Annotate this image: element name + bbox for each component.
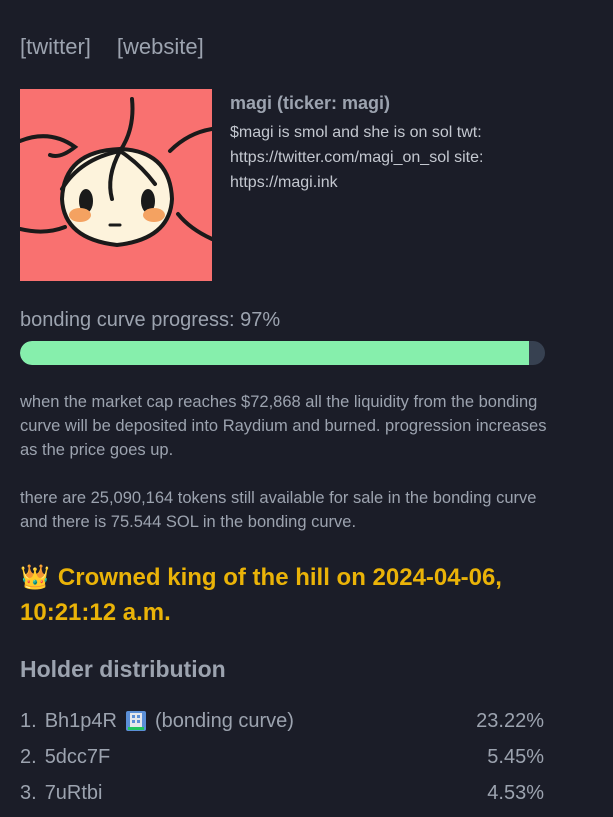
coin-image <box>20 89 212 281</box>
holder-distribution-title: Holder distribution <box>20 656 226 682</box>
holder-address-link[interactable]: 5dcc7F <box>45 746 111 769</box>
holder-address-link[interactable]: 7uRtbi <box>45 782 103 805</box>
holder-percent: 23.22% <box>476 709 544 732</box>
holder-row: 2. 5dcc7F 5.45% <box>20 739 544 775</box>
coin-description: $magi is smol and she is on sol twt: htt… <box>230 124 484 191</box>
holder-percent: 4.53% <box>487 781 544 804</box>
holder-left: 2. 5dcc7F <box>20 746 110 769</box>
holder-note: (bonding curve) <box>154 709 294 732</box>
holder-percent: 5.45% <box>487 745 544 768</box>
holder-rank: 2. <box>20 745 37 768</box>
progress-fill <box>20 341 530 365</box>
twitter-link[interactable]: [twitter] <box>20 34 91 60</box>
holder-left: 3. 7uRtbi <box>20 782 103 805</box>
progress-label: bonding curve progress: 97% <box>20 309 281 331</box>
holder-row: 3. 7uRtbi 4.53% <box>20 775 544 811</box>
holder-left: 1. Bh1p4R (bonding curve) <box>20 710 294 733</box>
holder-rank: 1. <box>20 709 37 732</box>
coin-info: magi (ticker: magi) $magi is smol and sh… <box>230 93 570 195</box>
building-icon <box>125 711 146 731</box>
holder-address-link[interactable]: Bh1p4R <box>45 710 117 733</box>
tokens-info: there are 25,090,164 tokens still availa… <box>20 489 537 531</box>
website-link[interactable]: [website] <box>117 34 204 60</box>
crown-icon: 👑 <box>20 564 50 591</box>
holder-rank: 3. <box>20 781 37 804</box>
progress-bar <box>20 341 545 365</box>
holder-row: 1. Bh1p4R (bonding curve) 23.22% <box>20 703 544 739</box>
king-of-hill-text: Crowned king of the hill on 2024-04-06, … <box>20 564 502 626</box>
liquidity-info: when the market cap reaches $72,868 all … <box>20 393 547 459</box>
anime-girl-face-icon <box>20 89 212 281</box>
coin-name: magi (ticker: magi) <box>230 93 391 113</box>
holder-list: 1. Bh1p4R (bonding curve) 23.22% 2. 5dcc7F 5.4… <box>20 703 544 811</box>
king-of-hill-banner: 👑 Crowned king of the hill on 2024-04-06,… <box>20 560 580 630</box>
social-links: [twitter] [website] <box>20 34 204 60</box>
